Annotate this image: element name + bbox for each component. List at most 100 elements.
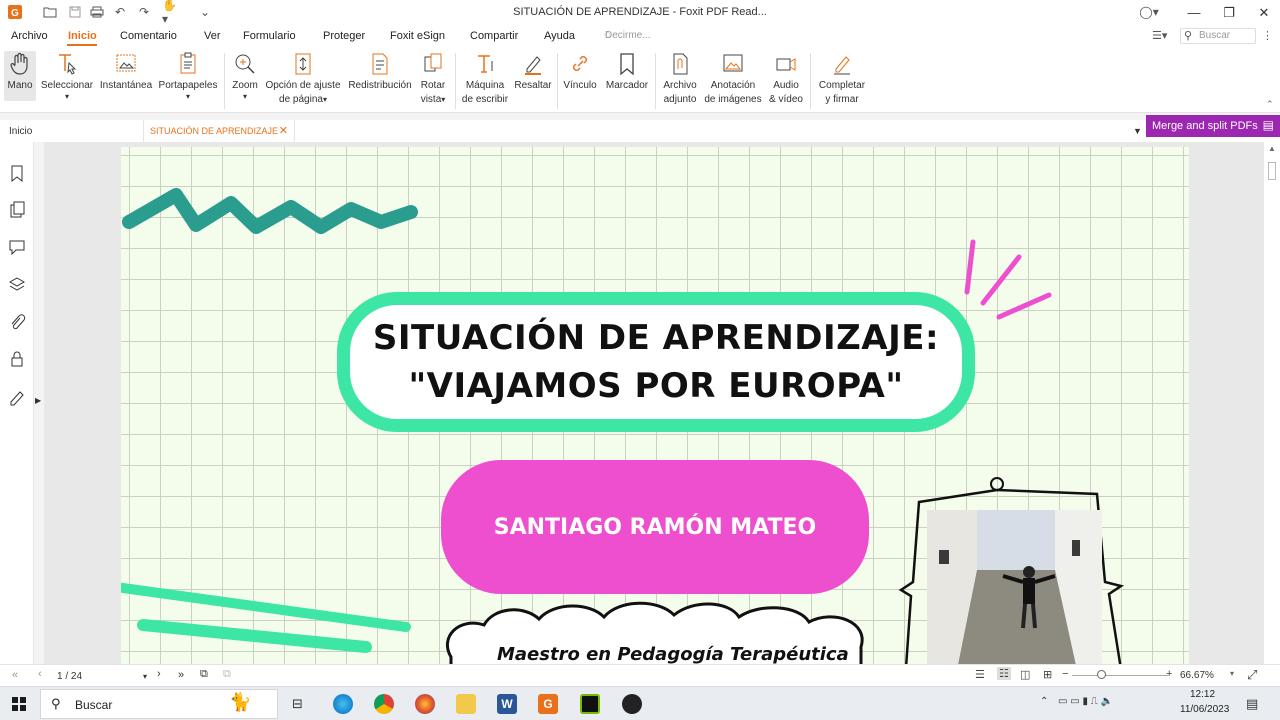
chevron-down-icon: ▾ — [441, 95, 446, 104]
menu-foxit-esign[interactable]: Foxit eSign — [390, 30, 445, 42]
task-view-icon[interactable]: ⊟ — [292, 696, 303, 712]
obs-icon[interactable] — [622, 694, 642, 714]
close-tab-icon[interactable]: ✕ — [279, 124, 288, 137]
word-icon[interactable]: W — [497, 694, 517, 714]
merge-split-promo-button[interactable]: Merge and split PDFs ▤ — [1146, 115, 1280, 137]
hand-tool-button[interactable]: Mano — [4, 51, 36, 101]
minimize-button[interactable]: — — [1176, 0, 1212, 25]
attachment-button[interactable]: Archivo adjunto — [659, 51, 701, 107]
close-button[interactable]: ✕ — [1246, 0, 1280, 25]
menu-compartir[interactable]: Compartir — [470, 30, 518, 42]
layers-panel-icon[interactable] — [8, 276, 26, 294]
security-panel-icon[interactable] — [8, 350, 26, 368]
menu-comentario[interactable]: Comentario — [120, 30, 177, 42]
page-number-input[interactable]: 1 / 24 ▾ — [57, 669, 149, 684]
file-explorer-icon[interactable] — [456, 694, 476, 714]
vertical-scrollbar[interactable]: ▲ — [1264, 142, 1280, 664]
clipboard-icon — [180, 52, 196, 74]
snapshot-button[interactable]: Instantánea — [98, 51, 154, 93]
signature-panel-icon[interactable] — [8, 388, 26, 406]
show-hidden-icons[interactable]: ⌃ — [1040, 696, 1048, 707]
last-page-icon[interactable]: » — [178, 669, 184, 681]
next-view-icon[interactable]: ⧉ — [223, 668, 231, 681]
continuous-facing-view-icon[interactable]: ⊞ — [1043, 668, 1052, 681]
snapshot-icon — [116, 54, 136, 72]
more-menu-icon[interactable]: ⋮ — [1262, 29, 1273, 42]
clock-date[interactable]: 11/06/2023 — [1180, 704, 1229, 715]
attachments-panel-icon[interactable] — [8, 313, 26, 331]
chevron-down-icon[interactable]: ▾ — [1230, 669, 1234, 678]
account-icon[interactable]: ◯▾ — [1139, 4, 1158, 20]
taskbar-search[interactable]: ⚲ Buscar 🐈 — [40, 689, 278, 719]
select-text-icon — [59, 54, 77, 75]
tray-icons[interactable]: ▭ ▭ ▮ ⎍ 🔈 — [1058, 696, 1113, 707]
chrome-icon[interactable] — [374, 694, 394, 714]
image-annotation-icon — [723, 54, 743, 72]
tab-document[interactable]: SITUACIÓN DE APRENDIZAJE ✕ — [143, 120, 295, 142]
fullscreen-icon[interactable]: ⤢ — [1247, 667, 1257, 683]
zoom-level[interactable]: 66.67% — [1180, 670, 1214, 681]
view-options-icon[interactable]: ☰▾ — [1152, 29, 1167, 42]
expand-sidebar-icon[interactable]: ▶ — [35, 396, 41, 405]
search-highlight-icon: 🐈 — [229, 692, 252, 712]
audio-video-button[interactable]: Audio & vídeo — [765, 51, 807, 107]
tell-me-input[interactable]: Decirme... — [605, 30, 651, 41]
edge-icon[interactable] — [333, 694, 353, 714]
tab-list-dropdown-icon[interactable]: ▼ — [1133, 126, 1142, 136]
attachment-label-2: adjunto — [663, 94, 697, 105]
fill-sign-button[interactable]: Completar y firmar — [814, 51, 870, 107]
typewriter-button[interactable]: Máquina de escribir — [459, 51, 511, 107]
zoom-slider-thumb[interactable] — [1097, 670, 1106, 679]
foxit-taskbar-icon[interactable]: G — [538, 694, 558, 714]
merge-split-label: Merge and split PDFs — [1152, 120, 1258, 132]
link-button[interactable]: Vínculo — [561, 51, 599, 93]
fit-page-button[interactable]: Opción de ajuste de página▾ — [263, 51, 343, 107]
next-page-icon[interactable]: › — [157, 668, 161, 680]
previous-view-icon[interactable]: ⧉ — [200, 668, 208, 681]
document-viewport[interactable]: SITUACIÓN DE APRENDIZAJE: "VIAJAMOS POR … — [44, 142, 1264, 664]
scroll-thumb[interactable] — [1268, 162, 1276, 180]
bookmarks-panel-icon[interactable] — [8, 164, 26, 182]
first-page-icon[interactable]: « — [12, 669, 18, 681]
notifications-icon[interactable]: ▤ — [1246, 696, 1258, 712]
fill-sign-label-2: y firmar — [825, 94, 859, 105]
rotate-view-button[interactable]: Rotar vista▾ — [416, 51, 450, 107]
reflow-button[interactable]: Redistribución — [347, 51, 413, 93]
bookmark-icon — [620, 53, 634, 76]
zoom-button[interactable]: Zoom ▾ — [229, 51, 261, 101]
bookmark-button[interactable]: Marcador — [603, 51, 651, 93]
select-tool-button[interactable]: Seleccionar ▾ — [40, 51, 94, 101]
zoom-slider[interactable] — [1072, 675, 1168, 676]
page-number-value: 1 / 24 — [57, 671, 83, 682]
menu-archivo[interactable]: Archivo — [11, 30, 48, 42]
menu-ver[interactable]: Ver — [204, 30, 221, 42]
menu-ayuda[interactable]: Ayuda — [544, 30, 575, 42]
nvidia-icon[interactable] — [580, 694, 600, 714]
continuous-view-icon[interactable]: ☷ — [997, 667, 1011, 680]
tab-home[interactable]: Inicio — [9, 126, 32, 137]
decorative-sparkle — [964, 239, 1052, 320]
image-annotation-button[interactable]: Anotación de imágenes — [703, 51, 763, 107]
comments-panel-icon[interactable] — [8, 238, 26, 256]
clipboard-button[interactable]: Portapapeles ▾ — [157, 51, 219, 101]
clock-time[interactable]: 12:12 — [1190, 689, 1215, 700]
previous-page-icon[interactable]: ‹ — [38, 668, 42, 680]
merge-split-icon: ▤ — [1262, 118, 1274, 132]
menu-inicio[interactable]: Inicio — [68, 30, 97, 42]
zoom-in-icon[interactable]: + — [1166, 668, 1172, 680]
highlight-button[interactable]: Resaltar — [512, 51, 554, 93]
scroll-up-icon[interactable]: ▲ — [1268, 144, 1276, 153]
windows-start-icon[interactable] — [12, 697, 26, 711]
attachment-label: Archivo — [663, 80, 697, 91]
pages-panel-icon[interactable] — [8, 201, 26, 219]
menu-formulario[interactable]: Formulario — [243, 30, 296, 42]
menu-proteger[interactable]: Proteger — [323, 30, 365, 42]
single-page-view-icon[interactable]: ☰ — [975, 668, 985, 681]
zoom-out-icon[interactable]: − — [1062, 668, 1068, 680]
firefox-icon[interactable] — [415, 694, 435, 714]
ribbon-toolbar: Mano Seleccionar ▾ Instantánea Portapape… — [0, 47, 1280, 113]
facing-view-icon[interactable]: ◫ — [1020, 668, 1030, 681]
document-title-line-1: SITUACIÓN DE APRENDIZAJE: — [372, 318, 940, 358]
maximize-button[interactable]: ❐ — [1211, 0, 1247, 25]
collapse-ribbon-icon[interactable]: ⌃ — [1266, 99, 1274, 110]
